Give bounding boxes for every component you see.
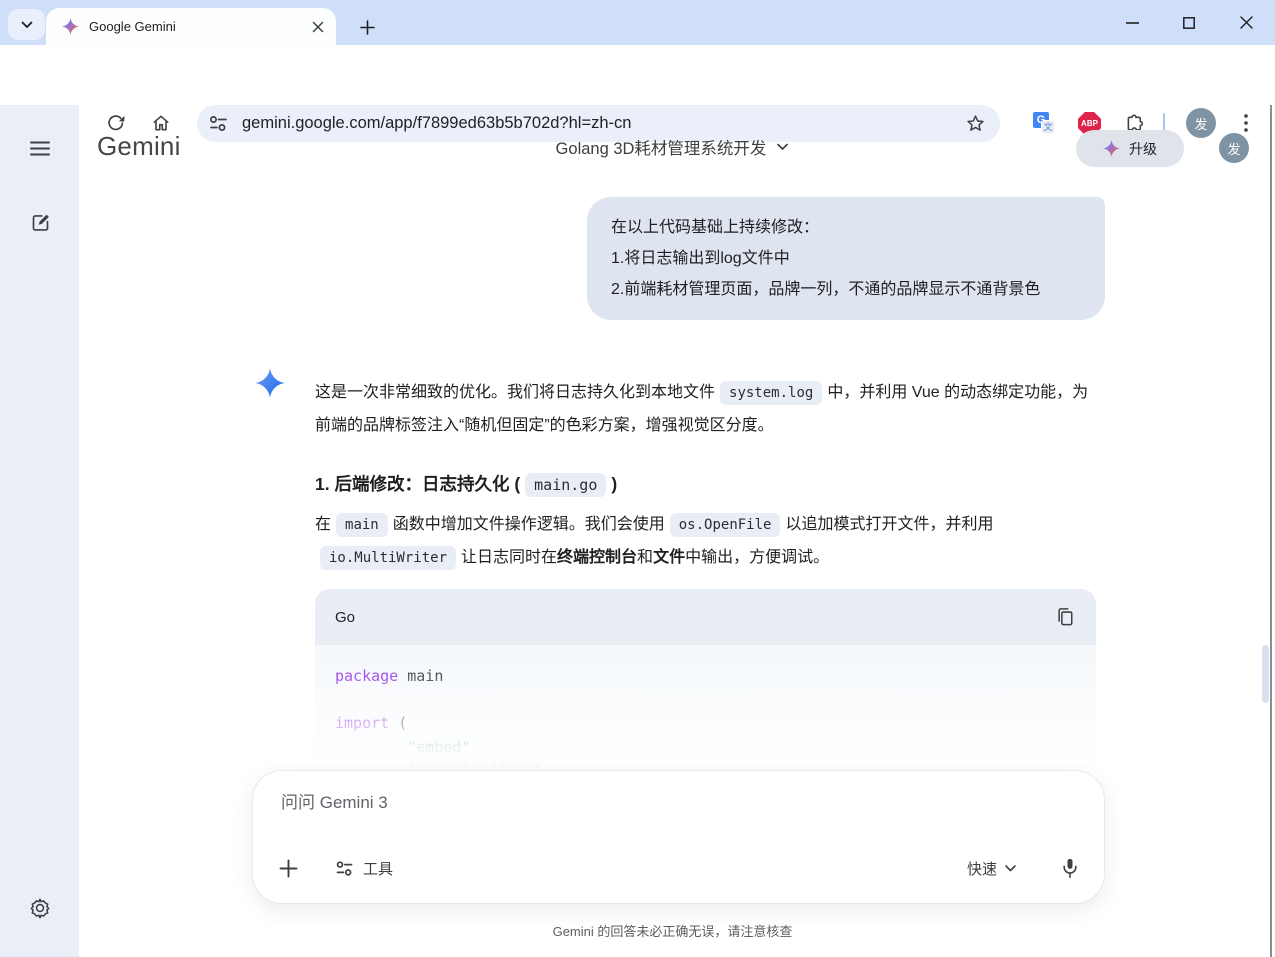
code-keyword: package: [335, 667, 398, 685]
user-message-line: 1.将日志输出到log文件中: [611, 243, 1081, 274]
code-text: (: [389, 714, 407, 732]
response-text: 这是一次非常细致的优化。我们将日志持久化到本地文件: [315, 384, 715, 401]
gemini-wordmark: Gemini: [97, 131, 181, 162]
tab-close-icon[interactable]: [312, 21, 324, 33]
gemini-favicon-icon: [62, 18, 79, 35]
copy-code-icon[interactable]: [1056, 607, 1074, 627]
code-content: package main import ( "embed" "encoding/…: [315, 645, 1096, 783]
response-text: 让日志同时在: [461, 549, 557, 566]
prompt-composer[interactable]: 工具 快速: [252, 770, 1105, 904]
browser-toolbar: gemini.google.com/app/f7899ed63b5b702d?h…: [0, 45, 1275, 105]
microphone-icon[interactable]: [1060, 857, 1080, 879]
inline-code: system.log: [720, 381, 822, 405]
bold-text: 文件: [653, 549, 685, 566]
tab-title: Google Gemini: [89, 19, 312, 34]
code-string: "embed": [335, 738, 470, 756]
inline-code: main: [336, 513, 388, 537]
tools-button[interactable]: 工具: [336, 858, 393, 879]
new-tab-button[interactable]: [352, 12, 382, 42]
response-text: 以追加模式打开文件，并利用: [785, 516, 993, 533]
model-mode-selector[interactable]: 快速: [967, 858, 1016, 879]
add-attachment-plus-icon[interactable]: [279, 859, 298, 878]
code-text: main: [398, 667, 443, 685]
bold-text: 终端控制台: [557, 549, 637, 566]
inline-code: io.MultiWriter: [320, 546, 456, 570]
bookmark-star-icon[interactable]: [965, 113, 986, 134]
upgrade-button[interactable]: 升级: [1076, 130, 1184, 167]
chevron-down-icon: [776, 143, 788, 151]
window-minimize-button[interactable]: [1109, 0, 1155, 45]
mode-label: 快速: [967, 858, 997, 879]
response-text: 中输出，方便调试。: [685, 549, 829, 566]
response-paragraph: 这是一次非常细致的优化。我们将日志持久化到本地文件system.log中，并利用…: [315, 377, 1099, 442]
titlebar: Google Gemini: [0, 0, 1275, 45]
chevron-down-icon: [21, 21, 33, 29]
upgrade-label: 升级: [1129, 139, 1157, 159]
scrollbar-thumb[interactable]: [1262, 645, 1269, 703]
code-block: Go package main import ( "embed" "encodi…: [315, 589, 1096, 790]
tools-label: 工具: [363, 858, 393, 879]
account-avatar[interactable]: 发: [1219, 133, 1249, 163]
settings-gear-icon[interactable]: [27, 895, 53, 921]
user-message-line: 在以上代码基础上持续修改：: [611, 212, 1081, 243]
gemini-response-spark-icon: [255, 368, 285, 398]
url-text[interactable]: gemini.google.com/app/f7899ed63b5b702d?h…: [242, 114, 965, 133]
inline-code: os.OpenFile: [670, 513, 781, 537]
chevron-down-icon: [1005, 865, 1016, 872]
prompt-input[interactable]: [281, 793, 881, 813]
gemini-spark-icon: [1103, 140, 1120, 157]
browser-window: Google Gemini: [0, 0, 1275, 957]
user-message-bubble: 在以上代码基础上持续修改： 1.将日志输出到log文件中 2.前端耗材管理页面，…: [587, 197, 1105, 320]
response-text: 和: [637, 549, 653, 566]
inline-code: main.go: [525, 473, 606, 497]
code-block-header: Go: [315, 589, 1096, 645]
new-chat-icon[interactable]: [27, 209, 53, 235]
code-language-label: Go: [335, 609, 1056, 626]
response-paragraph: 在 main 函数中增加文件操作逻辑。我们会使用 os.OpenFile以追加模式打开…: [315, 508, 1099, 574]
composer-toolbar: 工具 快速: [279, 853, 1080, 883]
tools-tune-icon: [336, 861, 354, 876]
response-text: 函数中增加文件操作逻辑。我们会使用: [393, 516, 665, 533]
menu-hamburger-icon[interactable]: [27, 135, 53, 161]
window-maximize-button[interactable]: [1166, 0, 1212, 45]
window-right-edge: [1270, 105, 1272, 957]
tab-search-button[interactable]: [8, 9, 45, 40]
response-text: 在: [315, 516, 331, 533]
window-close-button[interactable]: [1223, 0, 1269, 45]
heading-text: 1. 后端修改：日志持久化 (: [315, 474, 520, 494]
browser-tab[interactable]: Google Gemini: [46, 8, 336, 45]
chat-title-dropdown[interactable]: Golang 3D耗材管理系统开发: [556, 135, 789, 159]
user-message-line: 2.前端耗材管理页面，品牌一列，不通的品牌显示不通背景色: [611, 274, 1081, 305]
heading-text: ): [611, 474, 617, 494]
translate-extension-icon[interactable]: G 文: [1033, 112, 1054, 133]
chat-title: Golang 3D耗材管理系统开发: [556, 135, 767, 159]
browser-profile-avatar[interactable]: 发: [1186, 108, 1216, 138]
disclaimer-text: Gemini 的回答未必正确无误，请注意核查: [79, 921, 1266, 940]
response-heading: 1. 后端修改：日志持久化 (main.go): [315, 470, 1099, 498]
site-settings-icon[interactable]: [209, 115, 228, 132]
code-keyword: import: [335, 714, 389, 732]
